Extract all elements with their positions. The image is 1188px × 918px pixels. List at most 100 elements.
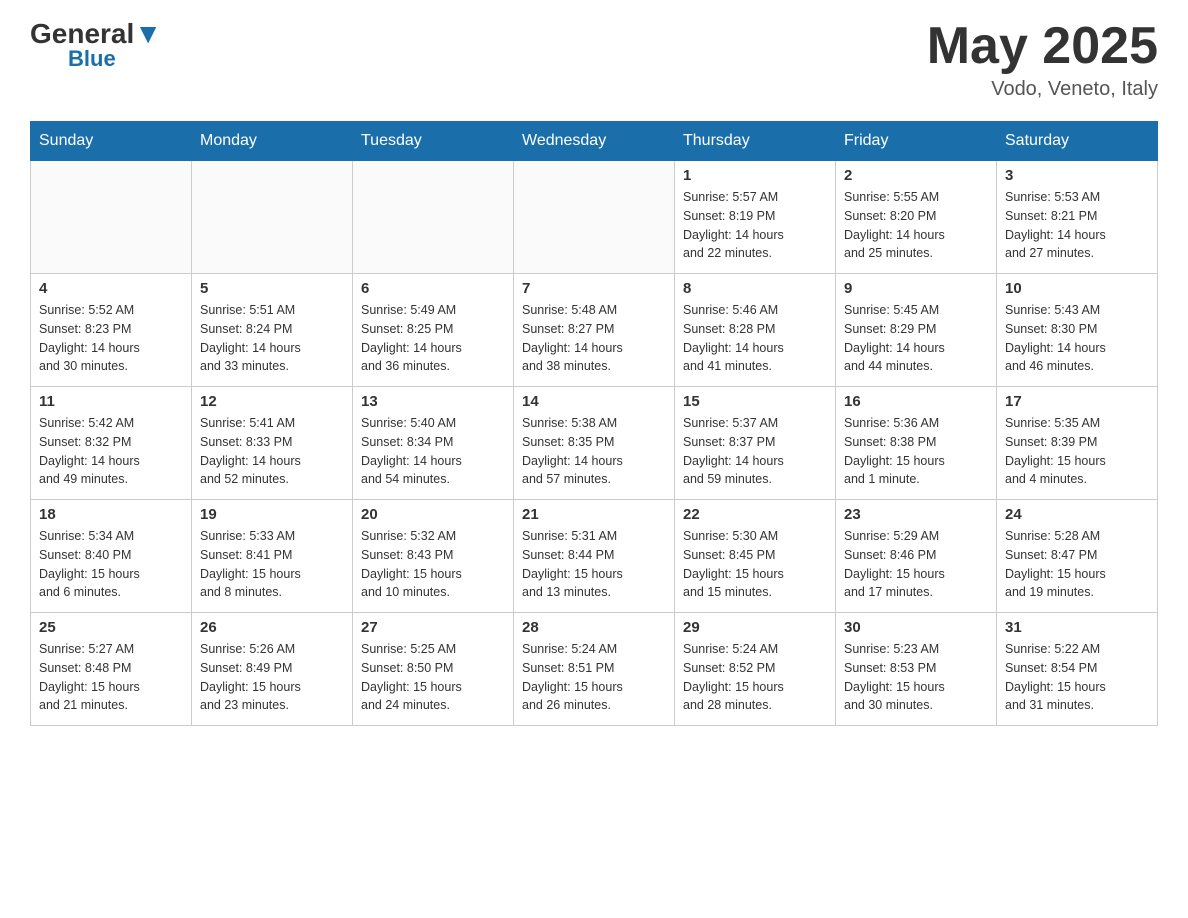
calendar-cell (353, 161, 514, 274)
day-number: 30 (844, 619, 988, 636)
day-info: Sunrise: 5:45 AM Sunset: 8:29 PM Dayligh… (844, 301, 988, 376)
calendar-cell: 22 Sunrise: 5:30 AM Sunset: 8:45 PM Dayli… (675, 500, 836, 613)
day-info: Sunrise: 5:57 AM Sunset: 8:19 PM Dayligh… (683, 188, 827, 263)
day-info: Sunrise: 5:46 AM Sunset: 8:28 PM Dayligh… (683, 301, 827, 376)
day-info: Sunrise: 5:51 AM Sunset: 8:24 PM Dayligh… (200, 301, 344, 376)
calendar-cell: 16Sunrise: 5:36 AM Sunset: 8:38 PM Dayli… (836, 387, 997, 500)
calendar-cell: 29Sunrise: 5:24 AM Sunset: 8:52 PM Dayli… (675, 613, 836, 726)
day-number: 17 (1005, 393, 1149, 410)
day-info: Sunrise: 5:30 AM Sunset: 8:45 PM Dayligh… (683, 527, 827, 602)
day-number: 20 (361, 506, 505, 523)
day-number: 11 (39, 393, 183, 410)
day-number: 21 (522, 506, 666, 523)
weekday-header-tuesday: Tuesday (353, 122, 514, 161)
day-number: 5 (200, 280, 344, 297)
day-info: Sunrise: 5:28 AM Sunset: 8:47 PM Dayligh… (1005, 527, 1149, 602)
day-number: 4 (39, 280, 183, 297)
day-number: 7 (522, 280, 666, 297)
day-info: Sunrise: 5:55 AM Sunset: 8:20 PM Dayligh… (844, 188, 988, 263)
weekday-header-row: SundayMondayTuesdayWednesdayThursdayFrid… (31, 122, 1158, 161)
day-info: Sunrise: 5:31 AM Sunset: 8:44 PM Dayligh… (522, 527, 666, 602)
day-info: Sunrise: 5:23 AM Sunset: 8:53 PM Dayligh… (844, 640, 988, 715)
day-info: Sunrise: 5:38 AM Sunset: 8:35 PM Dayligh… (522, 414, 666, 489)
calendar-cell (514, 161, 675, 274)
calendar-cell: 6 Sunrise: 5:49 AM Sunset: 8:25 PM Daylig… (353, 274, 514, 387)
day-number: 10 (1005, 280, 1149, 297)
logo-blue-text: Blue (68, 48, 116, 70)
day-info: Sunrise: 5:49 AM Sunset: 8:25 PM Dayligh… (361, 301, 505, 376)
calendar-cell: 28 Sunrise: 5:24 AM Sunset: 8:51 PM Dayli… (514, 613, 675, 726)
day-info: Sunrise: 5:53 AM Sunset: 8:21 PM Dayligh… (1005, 188, 1149, 263)
calendar-cell: 11 Sunrise: 5:42 AM Sunset: 8:32 PM Dayli… (31, 387, 192, 500)
calendar-cell: 27Sunrise: 5:25 AM Sunset: 8:50 PM Dayli… (353, 613, 514, 726)
day-info: Sunrise: 5:52 AM Sunset: 8:23 PM Dayligh… (39, 301, 183, 376)
day-number: 26 (200, 619, 344, 636)
calendar-cell: 19 Sunrise: 5:33 AM Sunset: 8:41 PM Dayli… (192, 500, 353, 613)
day-number: 12 (200, 393, 344, 410)
day-info: Sunrise: 5:27 AM Sunset: 8:48 PM Dayligh… (39, 640, 183, 715)
day-number: 24 (1005, 506, 1149, 523)
day-info: Sunrise: 5:48 AM Sunset: 8:27 PM Dayligh… (522, 301, 666, 376)
day-number: 22 (683, 506, 827, 523)
calendar-cell (31, 161, 192, 274)
calendar-cell: 14Sunrise: 5:38 AM Sunset: 8:35 PM Dayli… (514, 387, 675, 500)
calendar-cell: 31 Sunrise: 5:22 AM Sunset: 8:54 PM Dayli… (997, 613, 1158, 726)
day-info: Sunrise: 5:24 AM Sunset: 8:51 PM Dayligh… (522, 640, 666, 715)
day-number: 3 (1005, 167, 1149, 184)
day-number: 25 (39, 619, 183, 636)
day-info: Sunrise: 5:34 AM Sunset: 8:40 PM Dayligh… (39, 527, 183, 602)
weekday-header-thursday: Thursday (675, 122, 836, 161)
weekday-header-friday: Friday (836, 122, 997, 161)
day-number: 31 (1005, 619, 1149, 636)
logo: General▼ Blue (30, 20, 162, 70)
day-info: Sunrise: 5:35 AM Sunset: 8:39 PM Dayligh… (1005, 414, 1149, 489)
calendar-cell: 12 Sunrise: 5:41 AM Sunset: 8:33 PM Dayli… (192, 387, 353, 500)
calendar-cell: 8 Sunrise: 5:46 AM Sunset: 8:28 PM Daylig… (675, 274, 836, 387)
day-number: 23 (844, 506, 988, 523)
calendar-cell (192, 161, 353, 274)
day-info: Sunrise: 5:43 AM Sunset: 8:30 PM Dayligh… (1005, 301, 1149, 376)
day-number: 6 (361, 280, 505, 297)
calendar-cell: 18 Sunrise: 5:34 AM Sunset: 8:40 PM Dayli… (31, 500, 192, 613)
day-number: 29 (683, 619, 827, 636)
calendar-cell: 24 Sunrise: 5:28 AM Sunset: 8:47 PM Dayli… (997, 500, 1158, 613)
day-number: 1 (683, 167, 827, 184)
calendar-week-row: 18 Sunrise: 5:34 AM Sunset: 8:40 PM Dayli… (31, 500, 1158, 613)
calendar-cell: 7 Sunrise: 5:48 AM Sunset: 8:27 PM Daylig… (514, 274, 675, 387)
day-info: Sunrise: 5:22 AM Sunset: 8:54 PM Dayligh… (1005, 640, 1149, 715)
day-number: 2 (844, 167, 988, 184)
weekday-header-sunday: Sunday (31, 122, 192, 161)
calendar-cell: 23Sunrise: 5:29 AM Sunset: 8:46 PM Dayli… (836, 500, 997, 613)
day-number: 28 (522, 619, 666, 636)
calendar-week-row: 4 Sunrise: 5:52 AM Sunset: 8:23 PM Daylig… (31, 274, 1158, 387)
day-number: 15 (683, 393, 827, 410)
calendar-cell: 1 Sunrise: 5:57 AM Sunset: 8:19 PM Daylig… (675, 161, 836, 274)
day-info: Sunrise: 5:33 AM Sunset: 8:41 PM Dayligh… (200, 527, 344, 602)
calendar-cell: 13Sunrise: 5:40 AM Sunset: 8:34 PM Dayli… (353, 387, 514, 500)
calendar-week-row: 11 Sunrise: 5:42 AM Sunset: 8:32 PM Dayli… (31, 387, 1158, 500)
day-info: Sunrise: 5:41 AM Sunset: 8:33 PM Dayligh… (200, 414, 344, 489)
day-info: Sunrise: 5:40 AM Sunset: 8:34 PM Dayligh… (361, 414, 505, 489)
title-section: May 2025 Vodo, Veneto, Italy (927, 20, 1158, 101)
day-number: 18 (39, 506, 183, 523)
page-header: General▼ Blue May 2025 Vodo, Veneto, Ita… (30, 20, 1158, 101)
calendar-table: SundayMondayTuesdayWednesdayThursdayFrid… (30, 121, 1158, 726)
calendar-cell: 25 Sunrise: 5:27 AM Sunset: 8:48 PM Dayli… (31, 613, 192, 726)
day-number: 19 (200, 506, 344, 523)
location-subtitle: Vodo, Veneto, Italy (927, 78, 1158, 101)
weekday-header-wednesday: Wednesday (514, 122, 675, 161)
day-info: Sunrise: 5:42 AM Sunset: 8:32 PM Dayligh… (39, 414, 183, 489)
day-number: 8 (683, 280, 827, 297)
day-info: Sunrise: 5:32 AM Sunset: 8:43 PM Dayligh… (361, 527, 505, 602)
calendar-cell: 5 Sunrise: 5:51 AM Sunset: 8:24 PM Daylig… (192, 274, 353, 387)
calendar-cell: 17 Sunrise: 5:35 AM Sunset: 8:39 PM Dayli… (997, 387, 1158, 500)
day-info: Sunrise: 5:37 AM Sunset: 8:37 PM Dayligh… (683, 414, 827, 489)
day-info: Sunrise: 5:26 AM Sunset: 8:49 PM Dayligh… (200, 640, 344, 715)
calendar-cell: 15 Sunrise: 5:37 AM Sunset: 8:37 PM Dayli… (675, 387, 836, 500)
calendar-week-row: 1 Sunrise: 5:57 AM Sunset: 8:19 PM Daylig… (31, 161, 1158, 274)
logo-triangle-icon: ▼ (134, 18, 162, 49)
day-info: Sunrise: 5:25 AM Sunset: 8:50 PM Dayligh… (361, 640, 505, 715)
month-year-title: May 2025 (927, 20, 1158, 72)
calendar-cell: 2 Sunrise: 5:55 AM Sunset: 8:20 PM Daylig… (836, 161, 997, 274)
day-number: 9 (844, 280, 988, 297)
